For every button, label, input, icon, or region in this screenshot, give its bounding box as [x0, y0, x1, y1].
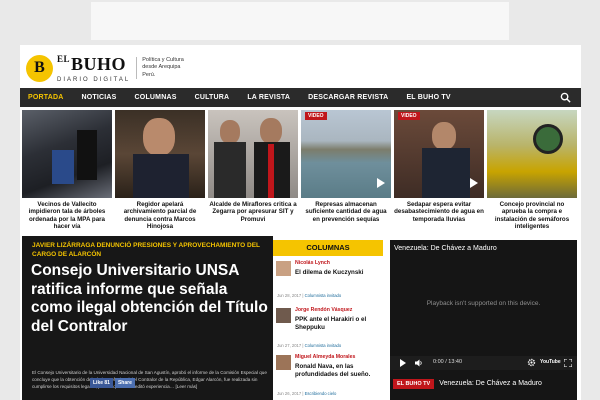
column-item[interactable]: Nicolás Lynch El dilema de Kuczynski Jun… [273, 256, 383, 303]
thumb-image: VIDEO [301, 110, 391, 198]
main-nav: PORTADA NOTICIAS COLUMNAS CULTURA LA REV… [20, 88, 581, 107]
column-meta: Jun 28, 2017 | Columnista invitado [277, 293, 342, 298]
thumb-image: VIDEO [394, 110, 484, 198]
owl-logo-icon: B [26, 54, 53, 82]
column-tag[interactable]: Columnista invitado [305, 343, 342, 348]
column-author[interactable]: Miguel Almeyda Morales [295, 354, 355, 360]
player-controls: 0:00 / 13:40 YouTube [390, 356, 577, 370]
youtube-logo[interactable]: YouTube [540, 359, 561, 365]
column-title[interactable]: PPK ante el Harakiri o el Sheppuku [295, 316, 381, 333]
video-time: 0:00 / 13:40 [433, 359, 463, 365]
column-meta: Jun 26, 2017 | Escribiendo cielo [277, 391, 337, 396]
column-date: Jun 28, 2017 [277, 293, 302, 298]
column-author[interactable]: Jorge Rendón Vásquez [295, 307, 352, 313]
volume-icon[interactable] [415, 359, 423, 367]
column-author[interactable]: Nicolás Lynch [295, 260, 330, 266]
thumb-caption: Represas almacenan suficiente cantidad d… [305, 201, 387, 223]
nav-item-columnas[interactable]: COLUMNAS [135, 94, 177, 101]
thumb-caption: Concejo provincial no aprueba la compra … [494, 201, 570, 231]
news-thumb-sedapar[interactable]: VIDEO Sedapar espera evitar desabastecim… [394, 110, 484, 230]
story-kicker[interactable]: JAVIER LIZÁRRAGA DENUNCIÓ PRESIONES Y AP… [32, 241, 262, 260]
news-thumb-miraflores[interactable]: Alcalde de Miraflores critica a Zegarra … [208, 110, 298, 230]
author-avatar [276, 261, 291, 276]
logo-el: EL [57, 53, 71, 64]
column-date: Jun 27, 2017 [277, 343, 302, 348]
column-title[interactable]: El dilema de Kuczynski [295, 269, 381, 277]
nav-item-portada[interactable]: PORTADA [28, 94, 64, 101]
news-thumb-semaforos[interactable]: Concejo provincial no aprueba la compra … [487, 110, 577, 230]
page-container: B ELBUHO DIARIO DIGITAL Política y Cultu… [20, 45, 581, 400]
thumb-caption: Vecinos de Vallecito impidieron tala de … [28, 201, 106, 231]
column-tag[interactable]: Columnista invitado [305, 293, 342, 298]
logo-wordmark: ELBUHO DIARIO DIGITAL [57, 54, 130, 83]
news-thumb-represas[interactable]: VIDEO Represas almacenan suficiente cant… [301, 110, 391, 230]
nav-item-cultura[interactable]: CULTURA [195, 94, 230, 101]
thumb-caption: Alcalde de Miraflores critica a Zegarra … [209, 201, 297, 223]
thumb-caption: Regidor apelará archivamiento parcial de… [123, 201, 197, 231]
featured-story[interactable]: JAVIER LIZÁRRAGA DENUNCIÓ PRESIONES Y AP… [22, 236, 273, 400]
columns-heading: COLUMNAS [273, 240, 383, 256]
story-headline[interactable]: Consejo Universitario UNSA ratifica info… [31, 262, 269, 336]
site-tagline: Política y Cultura desde Arequipa Perú. [136, 56, 188, 80]
thumb-image [208, 110, 298, 198]
play-icon [470, 178, 478, 188]
video-badge: VIDEO [305, 112, 327, 120]
logo-name: BUHO [71, 53, 127, 74]
logo-subtitle: DIARIO DIGITAL [57, 76, 131, 83]
video-panel: Venezuela: De Chávez a Maduro Playback i… [390, 240, 577, 400]
play-icon [377, 178, 385, 188]
column-tag[interactable]: Escribiendo cielo [305, 391, 337, 396]
fullscreen-icon[interactable] [564, 359, 572, 367]
video-footer-title[interactable]: Venezuela: De Chávez a Maduro [439, 380, 542, 387]
social-buttons: Like 81 Share [90, 378, 135, 388]
brand-header[interactable]: B ELBUHO DIARIO DIGITAL Política y Cultu… [26, 52, 188, 84]
news-thumb-vallecito[interactable]: Vecinos de Vallecito impidieron tala de … [22, 110, 112, 230]
column-date: Jun 26, 2017 [277, 391, 302, 396]
news-thumb-regidor[interactable]: Regidor apelará archivamiento parcial de… [115, 110, 205, 230]
share-button[interactable]: Share [114, 378, 135, 388]
buho-tv-badge[interactable]: EL BUHO TV [393, 378, 435, 389]
video-footer: EL BUHO TV Venezuela: De Chávez a Maduro [390, 377, 577, 390]
search-icon[interactable] [560, 92, 571, 103]
facebook-like-button[interactable]: Like 81 [90, 378, 113, 388]
column-item[interactable]: Jorge Rendón Vásquez PPK ante el Harakir… [273, 303, 383, 350]
column-item[interactable]: Miguel Almeyda Morales Ronald Nava, en l… [273, 350, 383, 397]
video-badge: VIDEO [398, 112, 420, 120]
nav-item-la-revista[interactable]: LA REVISTA [247, 94, 290, 101]
nav-item-noticias[interactable]: NOTICIAS [82, 94, 117, 101]
author-avatar [276, 355, 291, 370]
nav-item-el-buho-tv[interactable]: EL BUHO TV [406, 94, 450, 101]
thumb-image [487, 110, 577, 198]
column-meta: Jun 27, 2017 | Columnista invitado [277, 343, 342, 348]
thumb-caption: Sedapar espera evitar desabastecimiento … [394, 201, 484, 223]
video-title[interactable]: Venezuela: De Chávez a Maduro [394, 245, 497, 252]
gear-icon[interactable] [527, 358, 536, 367]
top-ad-banner [91, 2, 509, 40]
author-avatar [276, 308, 291, 323]
thumb-image [22, 110, 112, 198]
play-icon[interactable] [400, 359, 406, 367]
thumb-image [115, 110, 205, 198]
news-thumbnails: Vecinos de Vallecito impidieron tala de … [22, 110, 577, 230]
columns-panel: COLUMNAS Nicolás Lynch El dilema de Kucz… [273, 240, 383, 400]
playback-message: Playback isn't supported on this device. [426, 300, 541, 307]
story-summary: El Consejo Universitario de la Universid… [32, 370, 267, 389]
nav-item-descargar-revista[interactable]: DESCARGAR REVISTA [308, 94, 388, 101]
column-title[interactable]: Ronald Nava, en las profundidades del su… [295, 363, 381, 380]
